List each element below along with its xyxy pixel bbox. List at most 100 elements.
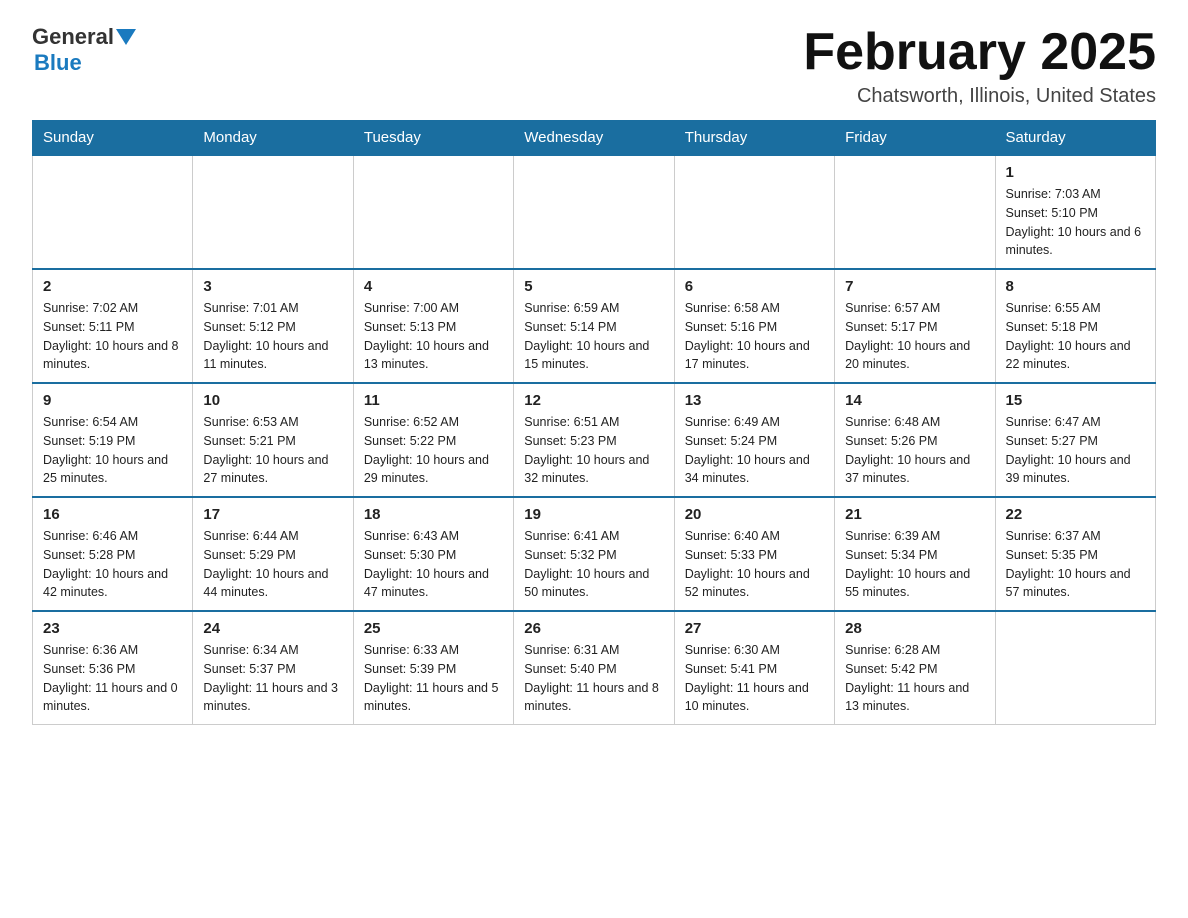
calendar-cell: 8 Sunrise: 6:55 AM Sunset: 5:18 PM Daylig… [995,269,1155,383]
day-info: Sunrise: 6:57 AM Sunset: 5:17 PM Dayligh… [845,299,984,374]
day-info: Sunrise: 6:49 AM Sunset: 5:24 PM Dayligh… [685,413,824,488]
calendar-week-row: 16 Sunrise: 6:46 AM Sunset: 5:28 PM Dayli… [33,497,1156,611]
calendar-cell: 1Sunrise: 7:03 AM Sunset: 5:10 PM Daylig… [995,155,1155,269]
day-info: Sunrise: 6:58 AM Sunset: 5:16 PM Dayligh… [685,299,824,374]
day-number: 4 [364,278,503,295]
calendar-cell: 22 Sunrise: 6:37 AM Sunset: 5:35 PM Dayli… [995,497,1155,611]
calendar-cell: 25 Sunrise: 6:33 AM Sunset: 5:39 PM Dayli… [353,611,513,725]
day-info: Sunrise: 6:41 AM Sunset: 5:32 PM Dayligh… [524,527,663,602]
day-number: 7 [845,278,984,295]
calendar-cell: 5Sunrise: 6:59 AM Sunset: 5:14 PM Daylig… [514,269,674,383]
day-number: 11 [364,392,503,409]
calendar-cell: 17 Sunrise: 6:44 AM Sunset: 5:29 PM Dayli… [193,497,353,611]
month-year-title: February 2025 [803,24,1156,81]
calendar-header-saturday: Saturday [995,121,1155,156]
page-header: General Blue February 2025 Chatsworth, I… [32,24,1156,108]
day-number: 6 [685,278,824,295]
calendar-cell: 16 Sunrise: 6:46 AM Sunset: 5:28 PM Dayli… [33,497,193,611]
calendar-header-tuesday: Tuesday [353,121,513,156]
calendar-cell: 27 Sunrise: 6:30 AM Sunset: 5:41 PM Dayli… [674,611,834,725]
day-info: Sunrise: 6:48 AM Sunset: 5:26 PM Dayligh… [845,413,984,488]
calendar-week-row: 1Sunrise: 7:03 AM Sunset: 5:10 PM Daylig… [33,155,1156,269]
day-info: Sunrise: 6:34 AM Sunset: 5:37 PM Dayligh… [203,641,342,716]
calendar-cell [33,155,193,269]
calendar-cell: 20Sunrise: 6:40 AM Sunset: 5:33 PM Dayli… [674,497,834,611]
day-number: 24 [203,620,342,637]
day-number: 12 [524,392,663,409]
day-number: 13 [685,392,824,409]
day-info: Sunrise: 6:55 AM Sunset: 5:18 PM Dayligh… [1006,299,1145,374]
calendar-cell: 28Sunrise: 6:28 AM Sunset: 5:42 PM Dayli… [835,611,995,725]
logo-blue-text: Blue [34,50,82,75]
calendar-cell: 14 Sunrise: 6:48 AM Sunset: 5:26 PM Dayli… [835,383,995,497]
calendar-table: SundayMondayTuesdayWednesdayThursdayFrid… [32,120,1156,725]
day-number: 9 [43,392,182,409]
calendar-cell: 4 Sunrise: 7:00 AM Sunset: 5:13 PM Daylig… [353,269,513,383]
day-info: Sunrise: 6:54 AM Sunset: 5:19 PM Dayligh… [43,413,182,488]
day-number: 27 [685,620,824,637]
calendar-cell: 21 Sunrise: 6:39 AM Sunset: 5:34 PM Dayli… [835,497,995,611]
day-number: 23 [43,620,182,637]
calendar-cell: 7 Sunrise: 6:57 AM Sunset: 5:17 PM Daylig… [835,269,995,383]
day-number: 8 [1006,278,1145,295]
day-info: Sunrise: 7:02 AM Sunset: 5:11 PM Dayligh… [43,299,182,374]
day-info: Sunrise: 6:39 AM Sunset: 5:34 PM Dayligh… [845,527,984,602]
calendar-cell [514,155,674,269]
day-info: Sunrise: 7:00 AM Sunset: 5:13 PM Dayligh… [364,299,503,374]
calendar-cell: 2 Sunrise: 7:02 AM Sunset: 5:11 PM Daylig… [33,269,193,383]
day-info: Sunrise: 6:31 AM Sunset: 5:40 PM Dayligh… [524,641,663,716]
calendar-header-monday: Monday [193,121,353,156]
day-info: Sunrise: 6:30 AM Sunset: 5:41 PM Dayligh… [685,641,824,716]
logo-general-text: General [32,24,114,50]
day-info: Sunrise: 6:33 AM Sunset: 5:39 PM Dayligh… [364,641,503,716]
calendar-cell: 3Sunrise: 7:01 AM Sunset: 5:12 PM Daylig… [193,269,353,383]
calendar-week-row: 9 Sunrise: 6:54 AM Sunset: 5:19 PM Daylig… [33,383,1156,497]
calendar-cell: 23 Sunrise: 6:36 AM Sunset: 5:36 PM Dayli… [33,611,193,725]
day-info: Sunrise: 6:37 AM Sunset: 5:35 PM Dayligh… [1006,527,1145,602]
day-info: Sunrise: 6:59 AM Sunset: 5:14 PM Dayligh… [524,299,663,374]
calendar-cell [193,155,353,269]
calendar-cell: 13 Sunrise: 6:49 AM Sunset: 5:24 PM Dayli… [674,383,834,497]
calendar-cell: 9 Sunrise: 6:54 AM Sunset: 5:19 PM Daylig… [33,383,193,497]
calendar-cell: 6 Sunrise: 6:58 AM Sunset: 5:16 PM Daylig… [674,269,834,383]
day-number: 10 [203,392,342,409]
calendar-cell: 26 Sunrise: 6:31 AM Sunset: 5:40 PM Dayli… [514,611,674,725]
calendar-cell: 12 Sunrise: 6:51 AM Sunset: 5:23 PM Dayli… [514,383,674,497]
day-number: 22 [1006,506,1145,523]
day-number: 17 [203,506,342,523]
calendar-header-friday: Friday [835,121,995,156]
day-info: Sunrise: 6:46 AM Sunset: 5:28 PM Dayligh… [43,527,182,602]
calendar-cell: 18Sunrise: 6:43 AM Sunset: 5:30 PM Dayli… [353,497,513,611]
day-number: 15 [1006,392,1145,409]
day-number: 26 [524,620,663,637]
calendar-header-sunday: Sunday [33,121,193,156]
calendar-cell [353,155,513,269]
day-number: 25 [364,620,503,637]
day-info: Sunrise: 6:40 AM Sunset: 5:33 PM Dayligh… [685,527,824,602]
day-number: 3 [203,278,342,295]
calendar-cell: 11 Sunrise: 6:52 AM Sunset: 5:22 PM Dayli… [353,383,513,497]
day-number: 14 [845,392,984,409]
calendar-cell: 15 Sunrise: 6:47 AM Sunset: 5:27 PM Dayli… [995,383,1155,497]
day-info: Sunrise: 6:51 AM Sunset: 5:23 PM Dayligh… [524,413,663,488]
location-subtitle: Chatsworth, Illinois, United States [803,85,1156,108]
day-number: 21 [845,506,984,523]
calendar-cell: 19Sunrise: 6:41 AM Sunset: 5:32 PM Dayli… [514,497,674,611]
day-number: 16 [43,506,182,523]
calendar-cell [674,155,834,269]
day-info: Sunrise: 6:52 AM Sunset: 5:22 PM Dayligh… [364,413,503,488]
day-info: Sunrise: 7:03 AM Sunset: 5:10 PM Dayligh… [1006,185,1145,260]
calendar-cell [835,155,995,269]
calendar-cell: 24 Sunrise: 6:34 AM Sunset: 5:37 PM Dayli… [193,611,353,725]
calendar-header-wednesday: Wednesday [514,121,674,156]
day-info: Sunrise: 6:47 AM Sunset: 5:27 PM Dayligh… [1006,413,1145,488]
calendar-cell: 10Sunrise: 6:53 AM Sunset: 5:21 PM Dayli… [193,383,353,497]
day-info: Sunrise: 6:28 AM Sunset: 5:42 PM Dayligh… [845,641,984,716]
calendar-header-thursday: Thursday [674,121,834,156]
day-number: 18 [364,506,503,523]
day-info: Sunrise: 6:44 AM Sunset: 5:29 PM Dayligh… [203,527,342,602]
calendar-week-row: 2 Sunrise: 7:02 AM Sunset: 5:11 PM Daylig… [33,269,1156,383]
calendar-week-row: 23 Sunrise: 6:36 AM Sunset: 5:36 PM Dayli… [33,611,1156,725]
day-info: Sunrise: 6:36 AM Sunset: 5:36 PM Dayligh… [43,641,182,716]
day-number: 2 [43,278,182,295]
